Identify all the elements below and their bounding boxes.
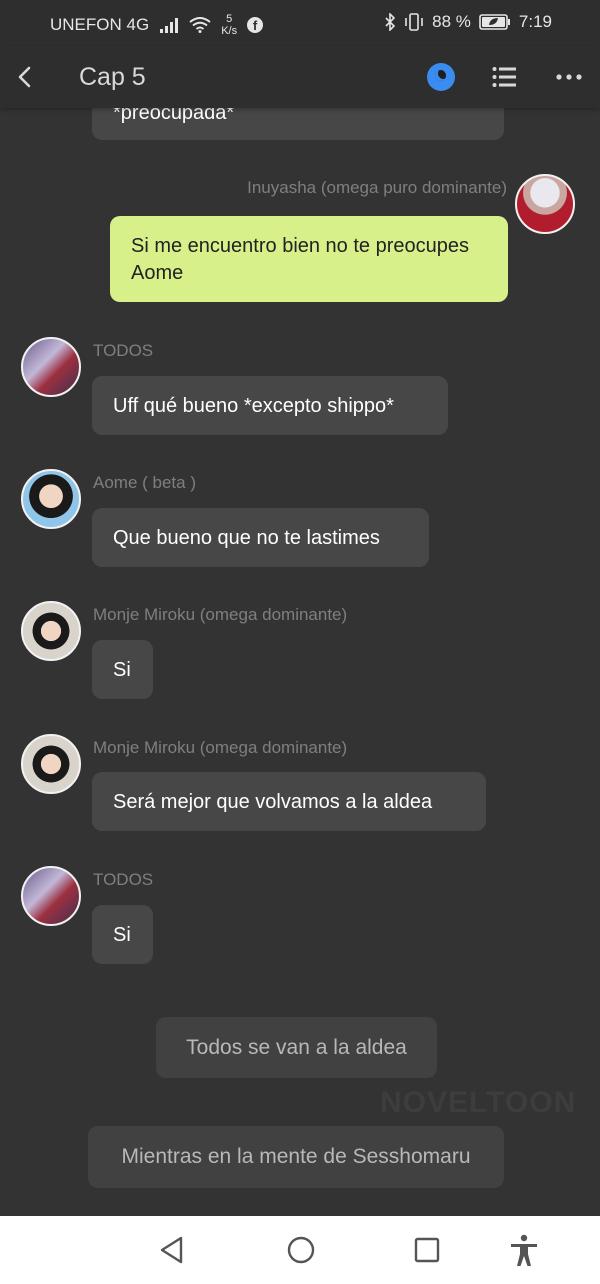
status-right: 88 % 7:19 [384,12,552,32]
system-navigation-bar [0,1216,600,1284]
more-options-icon[interactable] [556,74,582,80]
nav-home-icon[interactable] [285,1234,317,1266]
nav-recents-icon[interactable] [413,1234,441,1266]
signal-icon [160,18,179,33]
message-bubble: Si [92,905,153,964]
message-bubble: Uff qué bueno *excepto shippo* [92,376,448,435]
network-speed: 5 K/s [221,13,237,37]
narration-box: Mientras en la mente de Sesshomaru [88,1126,504,1188]
wifi-icon [189,17,211,33]
message-bubble: Será mejor que volvamos a la aldea [92,772,486,831]
nav-back-icon[interactable] [157,1234,187,1266]
message-text: Si [113,659,131,681]
narration-box: Todos se van a la aldea [156,1017,437,1078]
clock: 7:19 [518,12,552,31]
avatar-miroku[interactable] [21,734,81,794]
message-text: Si me encuentro bien no te preocupes Aom… [131,235,469,284]
facebook-icon: f [247,17,264,33]
message-text: Si [113,924,131,946]
narration-text: Mientras en la mente de Sesshomaru [121,1145,471,1168]
speed-unit: K/s [221,25,238,37]
message-text: Uff qué bueno *excepto shippo* [113,395,394,417]
speaker-name: Aome ( beta ) [93,473,196,492]
speaker-name: TODOS [93,341,154,360]
chat-area[interactable]: *preocupada* Inuyasha (omega puro domina… [0,0,600,1216]
message-bubble: Que bueno que no te lastimes [92,508,429,567]
avatar-todos[interactable] [21,866,81,926]
message-bubble: Si [92,640,153,699]
speaker-name: Inuyasha (omega puro dominante) [247,178,507,197]
speaker-name: TODOS [93,870,154,889]
battery-percent: 88 % [432,12,471,31]
message-bubble: Si me encuentro bien no te preocupes Aom… [110,216,508,302]
avatar-aome[interactable] [21,469,81,529]
avatar-inuyasha[interactable] [515,174,575,234]
status-bar: UNEFON 4G 5 K/s f 88 % 7:19 [0,0,600,46]
chapter-title: Cap 5 [79,63,146,91]
back-arrow-icon[interactable] [12,62,40,92]
accessibility-icon[interactable] [508,1234,540,1268]
battery-icon [479,14,510,30]
status-left: UNEFON 4G 5 K/s f [50,13,264,37]
chapter-list-icon[interactable] [492,66,516,88]
message-text: Que bueno que no te lastimes [113,527,380,549]
narration-text: Todos se van a la aldea [186,1035,407,1059]
top-app-bar: Cap 5 [0,46,600,108]
avatar-miroku[interactable] [21,601,81,661]
avatar-todos[interactable] [21,337,81,397]
speaker-name: Monje Miroku (omega dominante) [93,605,348,624]
night-mode-icon[interactable] [427,63,455,91]
bluetooth-icon [385,13,396,31]
speaker-name: Monje Miroku (omega dominante) [93,738,348,757]
watermark-logo: NOVELTOON [380,1086,577,1119]
speed-value: 5 [226,13,233,25]
message-text: Será mejor que volvamos a la aldea [113,791,433,813]
vibrate-icon [405,13,423,31]
carrier-label: UNEFON 4G [50,15,150,34]
